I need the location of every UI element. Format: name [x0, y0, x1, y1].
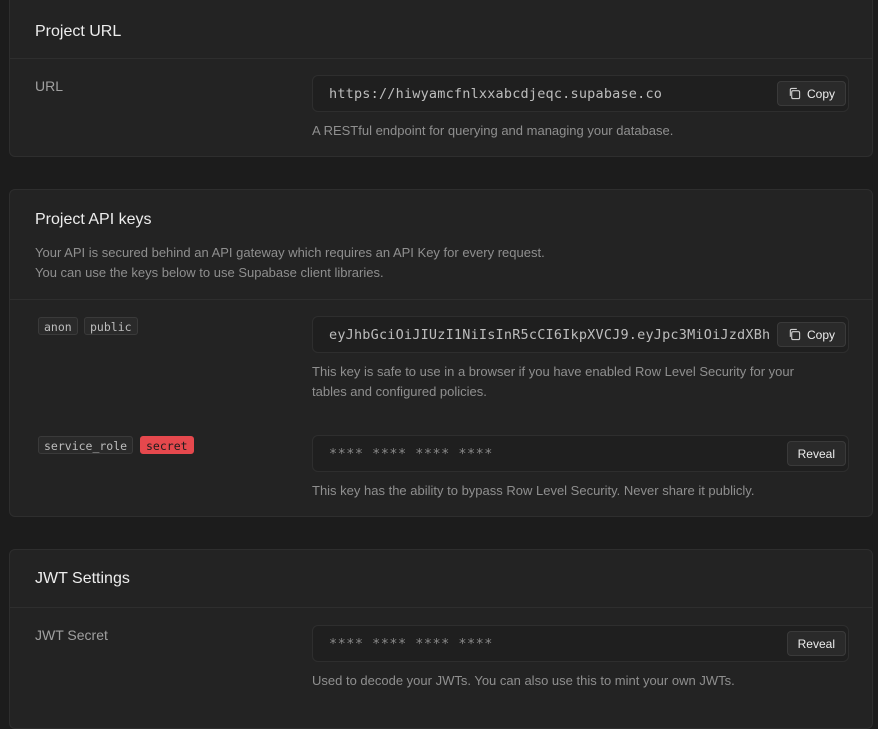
copy-icon — [788, 328, 801, 341]
api-keys-card: Project API keys Your API is secured beh… — [9, 189, 873, 517]
anon-key-field[interactable]: eyJhbGciOiJIUzI1NiIsInR5cCI6IkpXVCJ9.eyJ… — [312, 316, 849, 353]
anon-key-value[interactable]: eyJhbGciOiJIUzI1NiIsInR5cCI6IkpXVCJ9.eyJ… — [329, 317, 770, 353]
public-tag: public — [84, 317, 138, 335]
api-keys-desc-line1: Your API is secured behind an API gatewa… — [35, 243, 545, 263]
reveal-jwt-secret-button[interactable]: Reveal — [787, 631, 846, 656]
divider — [10, 58, 872, 59]
copy-url-label: Copy — [807, 87, 835, 101]
copy-icon — [788, 87, 801, 100]
api-keys-title: Project API keys — [35, 211, 152, 229]
url-field[interactable]: https://hiwyamcfnlxxabcdjeqc.supabase.co… — [312, 75, 849, 112]
jwt-secret-value: **** **** **** **** — [329, 626, 493, 662]
url-label: URL — [35, 78, 63, 94]
reveal-service-role-label: Reveal — [798, 447, 835, 461]
anon-key-helper-line2: tables and configured policies. — [312, 382, 487, 402]
jwt-settings-card: JWT Settings JWT Secret **** **** **** *… — [9, 549, 873, 729]
secret-tag: secret — [140, 436, 194, 454]
service-role-tag: service_role — [38, 436, 133, 454]
project-url-title: Project URL — [35, 23, 121, 41]
divider — [10, 299, 872, 300]
service-role-helper: This key has the ability to bypass Row L… — [312, 481, 754, 501]
service-role-key-value: **** **** **** **** — [329, 436, 493, 472]
copy-anon-key-label: Copy — [807, 328, 835, 342]
reveal-jwt-secret-label: Reveal — [798, 637, 835, 651]
jwt-secret-field[interactable]: **** **** **** **** Reveal — [312, 625, 849, 662]
reveal-service-role-button[interactable]: Reveal — [787, 441, 846, 466]
jwt-settings-title: JWT Settings — [35, 570, 130, 588]
jwt-secret-label: JWT Secret — [35, 627, 108, 643]
anon-tag: anon — [38, 317, 78, 335]
copy-url-button[interactable]: Copy — [777, 81, 846, 106]
anon-key-helper-line1: This key is safe to use in a browser if … — [312, 362, 794, 382]
service-role-key-field[interactable]: **** **** **** **** Reveal — [312, 435, 849, 472]
url-helper: A RESTful endpoint for querying and mana… — [312, 121, 673, 141]
api-keys-desc-line2: You can use the keys below to use Supaba… — [35, 263, 384, 283]
jwt-secret-helper: Used to decode your JWTs. You can also u… — [312, 671, 735, 691]
copy-anon-key-button[interactable]: Copy — [777, 322, 846, 347]
url-value[interactable]: https://hiwyamcfnlxxabcdjeqc.supabase.co — [329, 76, 662, 112]
project-url-card: Project URL URL https://hiwyamcfnlxxabcd… — [9, 0, 873, 157]
divider — [10, 607, 872, 608]
